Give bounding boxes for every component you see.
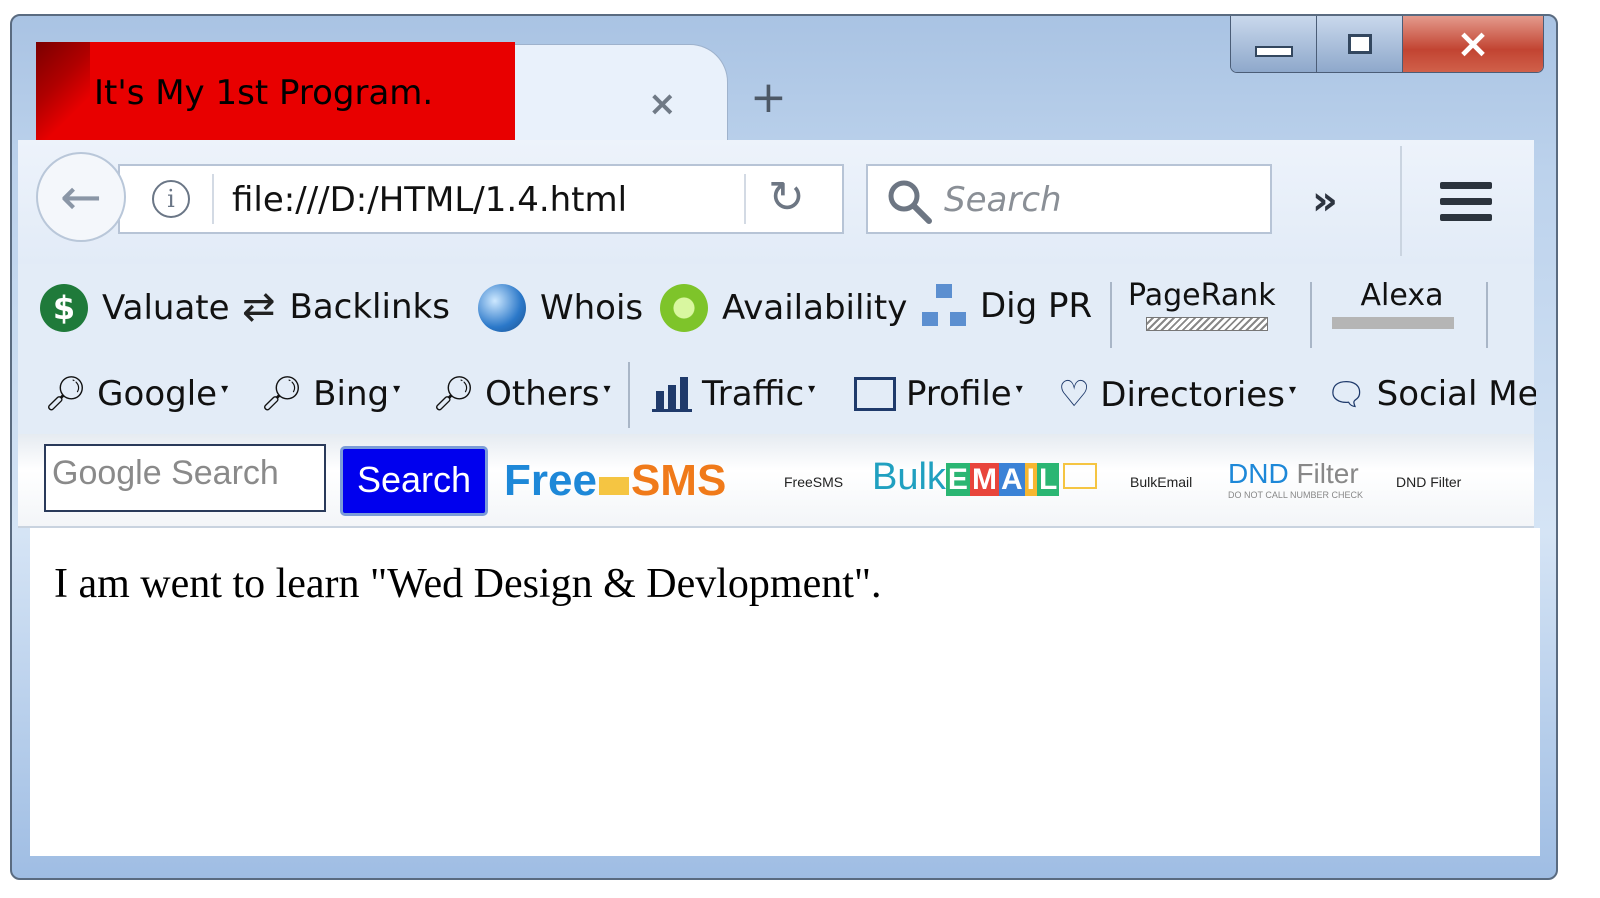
menu-others[interactable]: 🔎︎ Others ▾ — [432, 374, 610, 414]
google-search-button[interactable]: Search — [340, 446, 488, 516]
heart-icon: ♡ — [1058, 374, 1091, 415]
bulkemail-small-label[interactable]: BulkEmail — [1130, 474, 1192, 490]
search-placeholder: Search — [944, 180, 1062, 220]
overflow-chevron-icon[interactable]: » — [1312, 178, 1338, 224]
key-icon: 🔎︎ — [260, 374, 304, 414]
pagerank-bar — [1146, 317, 1268, 331]
bookmark-dig-pr[interactable]: Dig PR — [922, 284, 1092, 328]
tab-corner — [36, 42, 90, 144]
menu-label: Traffic — [702, 374, 805, 414]
filter-text: Filter — [1296, 458, 1359, 489]
dnd-text: DND — [1228, 458, 1289, 489]
bulk-text: Bulk — [872, 456, 946, 498]
google-search-input[interactable]: Google Search — [44, 444, 326, 512]
menu-directories[interactable]: ♡ Directories ▾ — [1058, 374, 1296, 415]
magnifier-green-icon — [660, 284, 708, 332]
id-card-icon — [854, 377, 896, 411]
reload-icon[interactable]: ↻ — [768, 172, 805, 223]
dnd-filter-logo[interactable]: DND Filter DO NOT CALL NUMBER CHECK — [1228, 458, 1363, 500]
email-letter: M — [969, 463, 999, 496]
menu-traffic[interactable]: Traffic ▾ — [652, 374, 815, 414]
email-letters: EMAIL — [945, 456, 1060, 498]
minimize-icon — [1254, 45, 1293, 57]
network-icon — [922, 284, 966, 328]
email-letter: E — [945, 463, 970, 496]
globe-icon — [478, 284, 526, 332]
menu-label: Google — [97, 374, 218, 414]
menu-social-media[interactable]: 🗨︎ Social Me — [1326, 374, 1536, 414]
divider — [1110, 282, 1112, 348]
dropdown-caret-icon: ▾ — [1015, 381, 1023, 397]
pagerank-widget[interactable]: PageRank — [1128, 278, 1276, 331]
site-info-icon[interactable]: i — [152, 180, 190, 218]
menu-bing[interactable]: 🔎︎ Bing ▾ — [260, 374, 400, 414]
dropdown-caret-icon: ▾ — [393, 381, 401, 397]
email-letter: L — [1036, 463, 1060, 496]
pagerank-label: PageRank — [1128, 278, 1276, 313]
menu-label: Others — [485, 374, 600, 414]
key-icon: 🔎︎ — [44, 374, 88, 414]
divider — [1486, 282, 1488, 348]
url-separator — [212, 174, 214, 224]
arrows-icon: ⇄ — [242, 284, 276, 330]
page-paragraph: I am went to learn "Wed Design & Devlopm… — [54, 561, 882, 607]
email-letter: I — [1024, 463, 1037, 496]
dropdown-caret-icon: ▾ — [1288, 381, 1296, 398]
sms-text: SMS — [630, 456, 727, 505]
close-window-button[interactable]: × — [1403, 16, 1543, 72]
url-text[interactable]: file:///D:/HTML/1.4.html — [232, 180, 627, 220]
menu-label: Profile — [906, 374, 1012, 414]
menu-profile[interactable]: Profile ▾ — [854, 374, 1023, 414]
maximize-button[interactable] — [1317, 16, 1403, 72]
new-tab-button[interactable]: + — [750, 72, 787, 123]
tab-title: It's My 1st Program. — [36, 42, 515, 144]
alexa-bar — [1332, 317, 1454, 329]
hamburger-menu-icon[interactable] — [1440, 182, 1492, 224]
bar-chart-icon — [652, 376, 692, 412]
bookmark-availability[interactable]: Availability — [660, 284, 907, 332]
alexa-widget[interactable]: Alexa — [1332, 278, 1454, 329]
maximize-icon — [1347, 34, 1372, 54]
bookmark-label: Whois — [540, 288, 644, 328]
bookmark-label: Availability — [722, 288, 908, 328]
free-text: Free — [504, 456, 597, 505]
envelope-icon — [598, 477, 629, 495]
divider — [1310, 282, 1312, 348]
dropdown-caret-icon: ▾ — [221, 381, 229, 397]
toolbar-divider — [1400, 146, 1402, 256]
back-arrow-icon: ← — [60, 168, 102, 226]
bookmark-backlinks[interactable]: ⇄ Backlinks — [242, 284, 450, 330]
bookmark-whois[interactable]: Whois — [478, 284, 643, 332]
dnd-small-label[interactable]: DND Filter — [1396, 474, 1461, 490]
tab-close-icon[interactable]: × — [648, 84, 677, 124]
bookmark-label: Backlinks — [289, 287, 450, 327]
freesms-small-label[interactable]: FreeSMS — [784, 474, 843, 490]
window-controls: × — [1230, 16, 1544, 73]
bookmark-valuate[interactable]: $ Valuate — [40, 284, 230, 332]
alexa-label: Alexa — [1360, 278, 1444, 313]
dollar-icon: $ — [40, 284, 88, 332]
speech-bubble-icon: 🗨︎ — [1326, 375, 1367, 413]
envelope-icon — [1063, 463, 1098, 489]
bookmark-label: Valuate — [102, 288, 230, 328]
key-icon: 🔎︎ — [432, 374, 476, 414]
minimize-button[interactable] — [1231, 16, 1317, 72]
free-sms-logo[interactable]: Free SMS — [504, 456, 726, 506]
dropdown-caret-icon: ▾ — [808, 381, 816, 397]
menu-label: Social Me — [1376, 374, 1536, 414]
dropdown-caret-icon: ▾ — [603, 381, 611, 397]
menu-label: Bing — [313, 374, 390, 414]
back-button[interactable]: ← — [36, 152, 126, 242]
divider — [628, 362, 630, 428]
reload-separator — [744, 174, 746, 224]
menu-label: Directories — [1100, 374, 1285, 415]
menu-google[interactable]: 🔎︎ Google ▾ — [44, 374, 228, 414]
bulk-email-logo[interactable]: BulkE M A I L — [872, 456, 1098, 499]
search-icon — [888, 180, 932, 224]
bookmark-label: Dig PR — [980, 286, 1093, 326]
dnd-tagline: DO NOT CALL NUMBER CHECK — [1228, 490, 1364, 500]
email-letter: A — [998, 463, 1025, 496]
